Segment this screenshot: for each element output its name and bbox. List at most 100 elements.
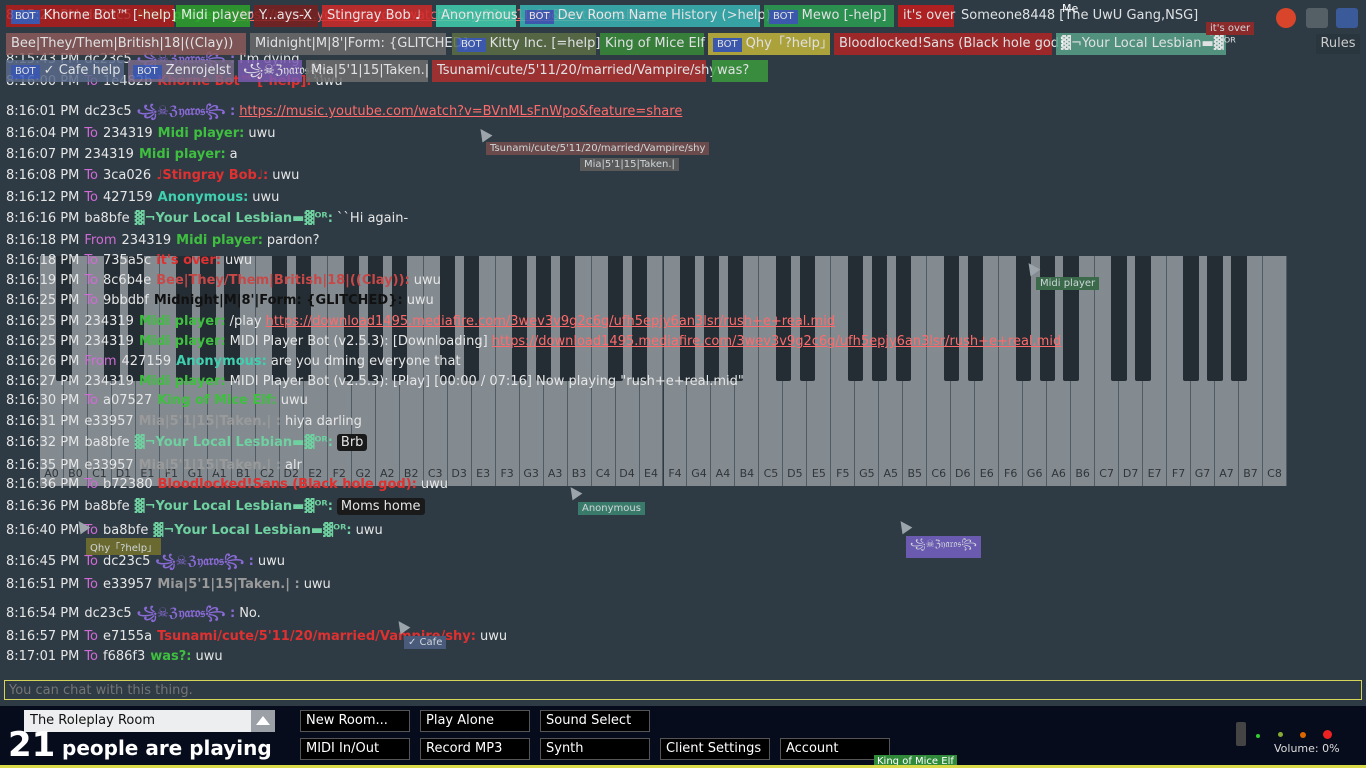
- participant-name: Kitty Inc. [=help]: [489, 36, 601, 51]
- chat-timestamp: 8:16:30 PM: [6, 393, 80, 408]
- chat-nickname[interactable]: Anonymous:: [176, 354, 267, 369]
- window-icon[interactable]: [1306, 8, 1328, 28]
- rules-button[interactable]: Rules: [1316, 34, 1360, 54]
- chat-text: /play: [229, 314, 262, 329]
- chat-user-id: e33957: [84, 458, 134, 473]
- participant-tag[interactable]: Bee|They/Them|British|18|((Clay)): [6, 33, 246, 55]
- chat-nickname[interactable]: Anonymous:: [158, 190, 249, 205]
- chat-timestamp: 8:16:12 PM: [6, 190, 80, 205]
- chat-timestamp: 8:16:16 PM: [6, 211, 80, 226]
- new-room-button[interactable]: New Room...: [300, 710, 410, 732]
- chat-nickname[interactable]: Midnight|M|8'|Form: {GLITCHED}:: [154, 293, 403, 308]
- participant-tag[interactable]: BOT Mewo [-help]: [764, 5, 894, 27]
- volume-knob[interactable]: [1236, 722, 1246, 746]
- participant-tag[interactable]: BOT Dev Room Name History (>help): [520, 5, 771, 27]
- chat-text: uwu: [224, 253, 253, 268]
- chat-message: 8:16:36 PM ba8bfe ▓¬Your Local Lesbian▬▓ᴼᴿ…: [6, 498, 425, 515]
- participant-tag[interactable]: Y...ays-X: [254, 5, 318, 27]
- chat-nickname[interactable]: ▓¬Your Local Lesbian▬▓ᴼᴿ:: [135, 435, 333, 450]
- chat-link[interactable]: https://music.youtube.com/watch?v=BVnMLs…: [239, 104, 682, 119]
- chat-user-id: 234319: [84, 334, 134, 349]
- chevron-up-icon[interactable]: [251, 710, 275, 732]
- chat-user-id: 234319: [121, 233, 172, 248]
- participant-tag[interactable]: Stingray Bob ♩: [322, 5, 432, 27]
- chat-direction: To: [84, 293, 98, 308]
- chat-direction: To: [84, 393, 98, 408]
- chat-nickname[interactable]: Bloodlocked!Sans (Black hole god):: [158, 477, 417, 492]
- chat-nickname[interactable]: was?:: [150, 649, 191, 664]
- participant-tag[interactable]: Midi player: [176, 5, 253, 27]
- chat-timestamp: 8:16:54 PM: [6, 606, 80, 621]
- chat-nickname[interactable]: Midi player:: [139, 334, 226, 349]
- chat-user-id: e33957: [84, 414, 134, 429]
- participant-tag[interactable]: it's over: [898, 5, 955, 27]
- chat-user-id: dc23c5: [84, 104, 132, 119]
- chat-nickname[interactable]: Mia|5'1|15|Taken.| :: [157, 577, 299, 592]
- bot-badge: BOT: [133, 65, 162, 79]
- chat-text: uwu: [257, 554, 285, 569]
- synth-button[interactable]: Synth: [540, 738, 650, 760]
- participant-name: King of Mice Elf: [605, 36, 705, 51]
- participant-name: Stingray Bob ♩: [327, 8, 421, 23]
- chat-nickname[interactable]: Midi player:: [158, 126, 245, 141]
- participant-tag[interactable]: Tsunami/cute/5'11/20/married/Vampire/shy: [432, 60, 717, 82]
- chat-nickname[interactable]: ꧁☠ℨ𝔶𝔞𝔯𝔬𝔰꧂ :: [137, 606, 236, 621]
- chat-nickname[interactable]: ♩Stingray Bob♩:: [156, 168, 268, 183]
- chat-nickname[interactable]: Midi player:: [139, 147, 226, 162]
- chat-nickname[interactable]: it's over:: [156, 253, 221, 268]
- participant-tag[interactable]: Bloodlocked!Sans (Black hole god): [834, 33, 1064, 55]
- participant-tag[interactable]: BOT Zenrojelst: [128, 60, 234, 82]
- chat-nickname[interactable]: Mia|5'1|15|Taken.| :: [139, 458, 281, 473]
- participant-tag[interactable]: King of Mice Elf: [600, 33, 705, 55]
- sound-select-button[interactable]: Sound Select: [540, 710, 650, 732]
- record-mp3-button[interactable]: Record MP3: [420, 738, 530, 760]
- participant-tag[interactable]: Mia|5'1|15|Taken.|: [306, 60, 429, 82]
- participant-tag[interactable]: was?: [712, 60, 768, 82]
- chat-nickname[interactable]: ▓¬Your Local Lesbian▬▓ᴼᴿ:: [135, 499, 333, 514]
- participant-tag[interactable]: BOT ✓ Cafe help: [6, 60, 124, 82]
- bot-badge: BOT: [457, 38, 486, 52]
- chat-text: ``Hi again-: [336, 211, 409, 226]
- chat-timestamp: 8:16:25 PM: [6, 334, 80, 349]
- chat-user-id: 427159: [103, 190, 153, 205]
- chat-user-id: e33957: [103, 577, 153, 592]
- chat-text: Moms home: [336, 498, 425, 515]
- chat-text: hiya darling: [285, 414, 362, 429]
- chat-nickname[interactable]: ▓¬Your Local Lesbian▬▓ᴼᴿ:: [153, 523, 351, 538]
- participant-tag[interactable]: Anonymous: [436, 5, 518, 27]
- chat-nickname[interactable]: Midi player:: [139, 314, 226, 329]
- chat-text: a: [229, 147, 238, 162]
- chat-nickname[interactable]: ▓¬Your Local Lesbian▬▓ᴼᴿ:: [135, 211, 333, 226]
- cursor-label: Mia|5'1|15|Taken.|: [580, 158, 679, 171]
- chat-timestamp: 8:16:01 PM: [6, 104, 80, 119]
- chat-message: 8:16:01 PM dc23c5 ꧁☠ℨ𝔶𝔞𝔯𝔬𝔰꧂ : https://music…: [6, 100, 682, 127]
- grid-icon[interactable]: [1336, 8, 1358, 28]
- participant-tag[interactable]: BOT Khorne Bot™ [-help]: [6, 5, 176, 27]
- participant-tag[interactable]: Midnight|M|8'|Form: {GLITCHED}: [250, 33, 471, 55]
- chat-direction: From: [84, 354, 117, 369]
- client-settings-button[interactable]: Client Settings: [660, 738, 770, 760]
- led-indicator: [1278, 732, 1283, 737]
- participant-name: Someone8448 [The UwU Gang,NSG]: [961, 8, 1199, 23]
- participant-tag[interactable]: ꧁☠ℨ𝔶𝔞𝔯𝔬𝔰꧂: [238, 60, 330, 82]
- chat-link[interactable]: https://download1495.mediafire.com/3wev3…: [492, 334, 1062, 349]
- chat-nickname[interactable]: Bee|They/Them|British|18|((Clay)):: [156, 273, 410, 288]
- chat-message: 8:16:25 PM 234319 Midi player: MIDI Player …: [6, 334, 1061, 349]
- chat-input[interactable]: [4, 680, 1362, 700]
- chat-nickname[interactable]: Mia|5'1|15|Taken.| :: [139, 414, 281, 429]
- midi-in-out-button[interactable]: MIDI In/Out: [300, 738, 410, 760]
- cursor-label: ✓ Cafe: [404, 636, 447, 649]
- reddit-icon[interactable]: [1276, 8, 1296, 28]
- chat-nickname[interactable]: King of Mice Elf:: [157, 393, 276, 408]
- chat-nickname[interactable]: Midi player:: [139, 374, 226, 389]
- play-alone-button[interactable]: Play Alone: [420, 710, 530, 732]
- chat-link[interactable]: https://download1495.mediafire.com/3wev3…: [266, 314, 836, 329]
- participant-tag[interactable]: ▓¬Your Local Lesbian▬▓ᴼᴿ: [1056, 33, 1236, 55]
- participant-tag[interactable]: BOT Kitty Inc. [=help]: [452, 33, 600, 55]
- chat-nickname[interactable]: Midi player:: [176, 233, 263, 248]
- chat-nickname[interactable]: ꧁☠ℨ𝔶𝔞𝔯𝔬𝔰꧂ :: [137, 104, 236, 119]
- participant-tag[interactable]: BOT Qhy「?help」: [708, 33, 833, 55]
- chat-nickname[interactable]: ꧁☠ℨ𝔶𝔞𝔯𝔬𝔰꧂ :: [155, 554, 254, 569]
- participants-row-1: BOT Khorne Bot™ [-help] Midi player Y...ays…: [0, 5, 1366, 29]
- room-select[interactable]: The Roleplay Room: [24, 710, 275, 732]
